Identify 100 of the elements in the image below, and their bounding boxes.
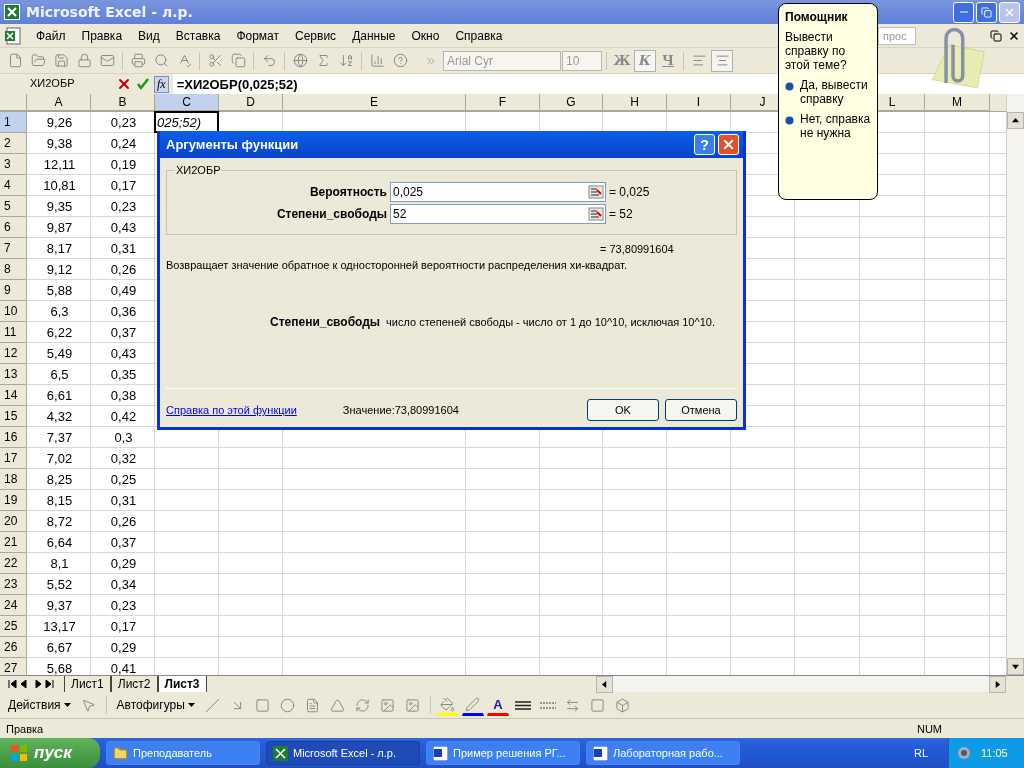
table-cell-text: 0,32 — [109, 449, 138, 468]
row-header[interactable]: 16 — [0, 427, 27, 448]
column-header[interactable]: M — [925, 94, 990, 111]
table-cell-text: 12,11 — [42, 155, 77, 174]
language-indicator[interactable]: RL — [913, 747, 928, 759]
row-header[interactable]: 23 — [0, 574, 27, 595]
row-header[interactable]: 5 — [0, 196, 27, 217]
actions-menu[interactable]: Действия — [4, 698, 75, 712]
function-description: Возвращает значение обратное к односторонней вероятности распределения хи-квадрат. — [166, 259, 628, 271]
column-header[interactable]: B — [91, 94, 155, 111]
formula-text[interactable]: =ХИ2ОБР(0,025;52) — [172, 76, 298, 92]
sheet-tab[interactable]: Лист1 — [64, 676, 111, 692]
mail-icon — [99, 53, 115, 68]
row-header[interactable]: 7 — [0, 238, 27, 259]
close-button[interactable] — [999, 1, 1020, 23]
name-box[interactable]: ХИ2ОБР — [0, 74, 112, 94]
menu-item[interactable]: Вставка — [167, 26, 229, 45]
restore-button[interactable] — [976, 1, 997, 23]
row-header[interactable]: 8 — [0, 259, 27, 280]
row-header[interactable]: 6 — [0, 217, 27, 238]
row-header[interactable]: 2 — [0, 133, 27, 154]
menu-item[interactable]: Вид — [130, 26, 168, 45]
table-cell: 025;52) — [155, 112, 218, 132]
restore-icon[interactable] — [990, 29, 1002, 42]
row-header[interactable]: 3 — [0, 154, 27, 175]
close-icon — [721, 137, 736, 152]
menu-item[interactable]: Формат — [228, 26, 288, 45]
column-header[interactable]: C — [155, 94, 219, 111]
scroll-up-button[interactable] — [1007, 112, 1024, 129]
row-header[interactable]: 10 — [0, 301, 27, 322]
autoshapes-menu[interactable]: Автофигуры — [112, 698, 199, 712]
column-header[interactable]: I — [667, 94, 731, 111]
taskbar-button[interactable]: Лабораторная рабо... — [586, 741, 740, 765]
row-header[interactable]: 13 — [0, 364, 27, 385]
ok-button[interactable]: OK — [587, 399, 659, 421]
cancel-button[interactable]: Отмена — [665, 399, 737, 421]
column-header[interactable]: D — [219, 94, 283, 111]
insert-function-button[interactable]: fx — [154, 75, 169, 93]
align-center-button[interactable] — [711, 49, 733, 72]
menu-item[interactable]: Файл — [28, 26, 74, 45]
status-text: Правка — [6, 722, 44, 735]
close-button[interactable] — [718, 134, 739, 155]
cancel-icon[interactable] — [116, 76, 132, 92]
help-button[interactable]: ? — [694, 134, 715, 155]
row-header[interactable]: 27 — [0, 658, 27, 675]
menu-item[interactable]: Сервис — [287, 26, 345, 45]
lock-icon — [76, 53, 92, 68]
select-all-corner[interactable] — [0, 94, 27, 111]
row-header[interactable]: 1 — [0, 112, 27, 133]
row-header[interactable]: 14 — [0, 385, 27, 406]
table-cell-text: 0,29 — [109, 638, 138, 657]
horizontal-scrollbar[interactable] — [596, 676, 1006, 692]
row-header[interactable]: 19 — [0, 490, 27, 511]
row-header[interactable]: 11 — [0, 322, 27, 343]
row-header[interactable]: 22 — [0, 553, 27, 574]
minimize-button[interactable] — [953, 1, 974, 23]
menu-item[interactable]: Правка — [73, 26, 131, 45]
balloon-option[interactable]: Нет, справка не нужна — [800, 112, 871, 140]
column-header[interactable]: F — [466, 94, 540, 111]
diagram-icon — [355, 697, 371, 713]
workbook-icon[interactable] — [4, 26, 22, 45]
row-header[interactable]: 9 — [0, 280, 27, 301]
speaker-icon[interactable] — [957, 745, 973, 761]
row-header[interactable]: 24 — [0, 595, 27, 616]
font-color-button[interactable]: A — [486, 694, 509, 716]
row-header[interactable]: 20 — [0, 511, 27, 532]
question-field[interactable]: прос — [878, 26, 916, 45]
close-icon[interactable] — [1008, 29, 1020, 42]
menu-item[interactable]: Окно — [403, 26, 448, 45]
row-header[interactable]: 26 — [0, 637, 27, 658]
table-cell-text: 8,72 — [45, 512, 74, 531]
table-cell-text: 9,26 — [45, 113, 74, 132]
table-cell-text: 13,17 — [42, 617, 77, 636]
column-header[interactable]: E — [283, 94, 466, 111]
help-link[interactable]: Справка по этой функции — [166, 404, 297, 416]
sheet-navigation-icon[interactable] — [8, 680, 56, 688]
row-header[interactable]: 25 — [0, 616, 27, 637]
scroll-right-button[interactable] — [989, 675, 1006, 693]
taskbar-button[interactable]: Microsoft Excel - л.р. — [266, 741, 420, 765]
taskbar-button[interactable]: Пример решения РГ... — [426, 741, 580, 765]
menu-item[interactable]: Данные — [344, 26, 404, 45]
column-header[interactable]: H — [603, 94, 667, 111]
row-header[interactable]: 4 — [0, 175, 27, 196]
row-header[interactable]: 18 — [0, 469, 27, 490]
document-icon — [593, 745, 608, 761]
scroll-left-button[interactable] — [596, 675, 613, 693]
menu-item[interactable]: Справка — [447, 26, 511, 45]
check-icon[interactable] — [136, 77, 150, 91]
argument-help-text: число степеней свободы - число от 1 до 10^10, исключая 10^10. — [386, 316, 715, 328]
scroll-down-button[interactable] — [1007, 658, 1024, 675]
row-header[interactable]: 12 — [0, 343, 27, 364]
taskbar-button[interactable]: Преподаватель — [106, 741, 260, 765]
sheet-tab[interactable]: Лист3 — [157, 676, 207, 692]
column-header[interactable]: A — [27, 94, 91, 111]
row-header[interactable]: 15 — [0, 406, 27, 427]
row-header[interactable]: 17 — [0, 448, 27, 469]
column-header[interactable]: G — [540, 94, 603, 111]
table-cell-text: 0,3 — [113, 428, 134, 447]
row-header[interactable]: 21 — [0, 532, 27, 553]
sheet-tab[interactable]: Лист2 — [110, 676, 158, 692]
